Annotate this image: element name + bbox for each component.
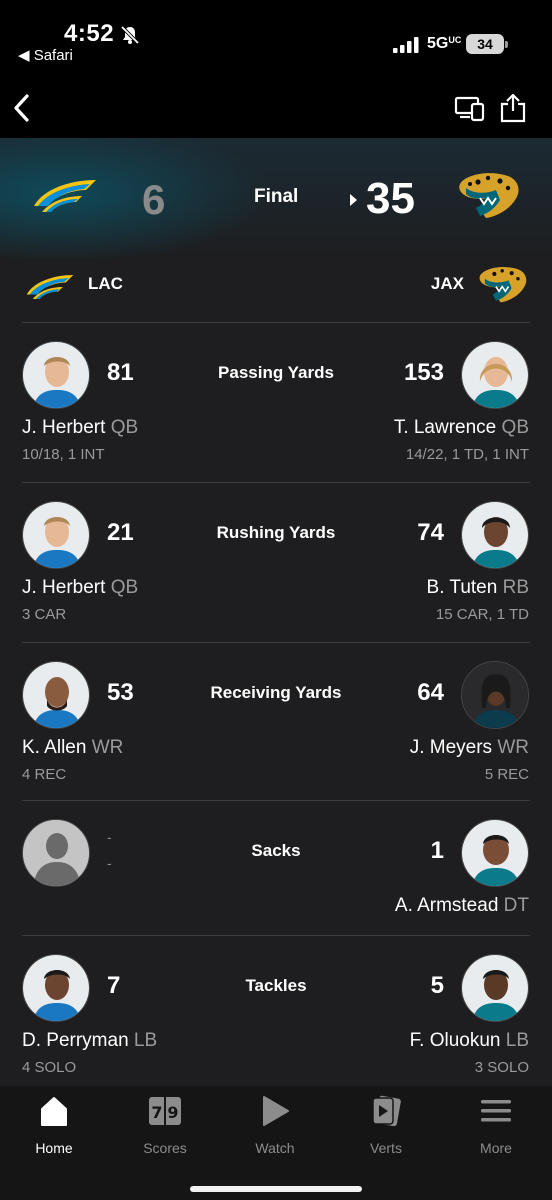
home-team-abbr: JAX xyxy=(430,274,464,293)
player-avatar xyxy=(461,341,529,409)
menu-icon xyxy=(481,1100,511,1122)
tab-label: Home xyxy=(35,1140,73,1156)
tab-scores[interactable]: 7 9 Scores xyxy=(115,1094,215,1158)
jaguars-logo-icon xyxy=(479,267,527,303)
leader-row-sacks[interactable]: - - Sacks 1 A. Armstead DT xyxy=(0,801,552,935)
player-avatar xyxy=(461,819,529,887)
player-name[interactable]: A. Armstead DT xyxy=(395,895,529,917)
stat-category: Rushing Yards xyxy=(216,523,336,542)
stat-category: Tackles xyxy=(245,976,307,995)
game-status: Final xyxy=(254,186,299,207)
chargers-logo-icon xyxy=(26,275,74,299)
scoreboard-icon: 7 9 xyxy=(149,1097,181,1125)
player-name[interactable]: J. Meyers WR xyxy=(410,737,529,759)
cellular-signal-icon xyxy=(393,37,419,53)
winner-arrow-icon xyxy=(350,194,357,206)
tab-label: Watch xyxy=(255,1140,295,1156)
svg-text:7: 7 xyxy=(151,1103,162,1122)
stat-line: 4 REC xyxy=(22,766,67,783)
stat-line: 15 CAR, 1 TD xyxy=(435,606,529,623)
bell-slash-icon xyxy=(120,25,140,45)
cast-device-icon[interactable] xyxy=(454,94,486,122)
home-icon xyxy=(41,1097,67,1126)
share-icon[interactable] xyxy=(499,91,527,123)
tab-label: Scores xyxy=(143,1140,187,1156)
status-time: 4:52 xyxy=(64,20,115,47)
battery-indicator: 34 xyxy=(466,34,504,54)
home-team-score: 35 xyxy=(366,174,415,223)
verts-icon xyxy=(372,1095,401,1127)
player-avatar xyxy=(461,954,529,1022)
away-team-abbr: LAC xyxy=(88,274,123,293)
teams-header-row: LAC JAX xyxy=(0,258,552,322)
tab-watch[interactable]: Watch xyxy=(225,1094,325,1158)
player-name[interactable]: J. Herbert QB xyxy=(22,577,138,599)
stat-line: 3 CAR xyxy=(22,606,67,623)
svg-text:9: 9 xyxy=(167,1103,178,1122)
stat-line: 3 SOLO xyxy=(474,1059,529,1076)
status-bar: 4:52 ◀ Safari 5GUC 34 xyxy=(0,0,552,80)
stat-value-empty: - xyxy=(107,855,112,871)
stat-value-empty: - xyxy=(107,829,112,845)
stat-value: 21 xyxy=(107,519,134,546)
stat-value: 1 xyxy=(430,837,444,864)
back-to-safari-link[interactable]: ◀ Safari xyxy=(18,46,73,64)
player-avatar xyxy=(22,501,90,569)
away-team-score: 6 xyxy=(142,176,166,223)
tab-label: Verts xyxy=(370,1140,402,1156)
player-name[interactable]: T. Lawrence QB xyxy=(394,417,529,439)
stat-value: 81 xyxy=(107,359,134,386)
stat-line: 14/22, 1 TD, 1 INT xyxy=(405,446,529,463)
player-name[interactable]: D. Perryman LB xyxy=(22,1030,157,1052)
nav-bar xyxy=(0,80,552,138)
network-type: 5GUC xyxy=(427,35,462,52)
player-name[interactable]: K. Allen WR xyxy=(22,737,123,759)
network-suffix: UC xyxy=(448,35,462,45)
chargers-logo-icon xyxy=(34,180,96,212)
stat-line: 10/18, 1 INT xyxy=(22,446,105,463)
scoreboard-header[interactable]: 6 Final 35 xyxy=(0,138,552,258)
leader-row-rushing[interactable]: 21 Rushing Yards 74 J. Herbert QB B. Tut… xyxy=(0,483,552,642)
stat-line: 5 REC xyxy=(484,766,529,783)
stat-value: 53 xyxy=(107,679,134,706)
leader-row-passing[interactable]: 81 Passing Yards 153 J. Herbert QB T. La… xyxy=(0,323,552,482)
stat-line: 4 SOLO xyxy=(22,1059,77,1076)
stat-value: 5 xyxy=(430,972,444,999)
jaguars-logo-icon xyxy=(459,173,519,218)
stat-category: Passing Yards xyxy=(218,363,334,382)
tab-more[interactable]: More xyxy=(446,1094,546,1158)
player-avatar xyxy=(22,661,90,729)
player-name[interactable]: J. Herbert QB xyxy=(22,417,138,439)
leader-row-tackles[interactable]: 7 Tackles 5 D. Perryman LB F. Oluokun LB… xyxy=(0,936,552,1086)
player-avatar xyxy=(22,954,90,1022)
tab-label: More xyxy=(480,1140,512,1156)
leader-row-receiving[interactable]: 53 Receiving Yards 64 K. Allen WR J. Mey… xyxy=(0,643,552,800)
tab-verts[interactable]: Verts xyxy=(336,1094,436,1158)
play-icon xyxy=(263,1096,289,1126)
back-chevron-icon[interactable] xyxy=(8,92,38,124)
stat-value: 74 xyxy=(417,519,444,546)
stat-value: 7 xyxy=(107,972,121,999)
player-avatar xyxy=(461,501,529,569)
home-indicator[interactable] xyxy=(190,1186,362,1192)
stat-category: Sacks xyxy=(251,841,301,860)
stat-category: Receiving Yards xyxy=(210,683,342,702)
player-name[interactable]: F. Oluokun LB xyxy=(410,1030,529,1052)
tab-home[interactable]: Home xyxy=(4,1094,104,1158)
player-avatar xyxy=(22,341,90,409)
game-leaders-panel: LAC JAX 81 Passing Yards 153 J. Herbert … xyxy=(0,258,552,1086)
stat-value: 64 xyxy=(417,679,444,706)
player-name[interactable]: B. Tuten RB xyxy=(427,577,529,599)
battery-tip xyxy=(505,41,508,48)
stat-value: 153 xyxy=(403,359,444,386)
player-avatar xyxy=(461,661,529,729)
bottom-tab-bar: Home 7 9 Scores Watch Verts More xyxy=(0,1086,552,1200)
placeholder-avatar-icon xyxy=(22,819,90,887)
